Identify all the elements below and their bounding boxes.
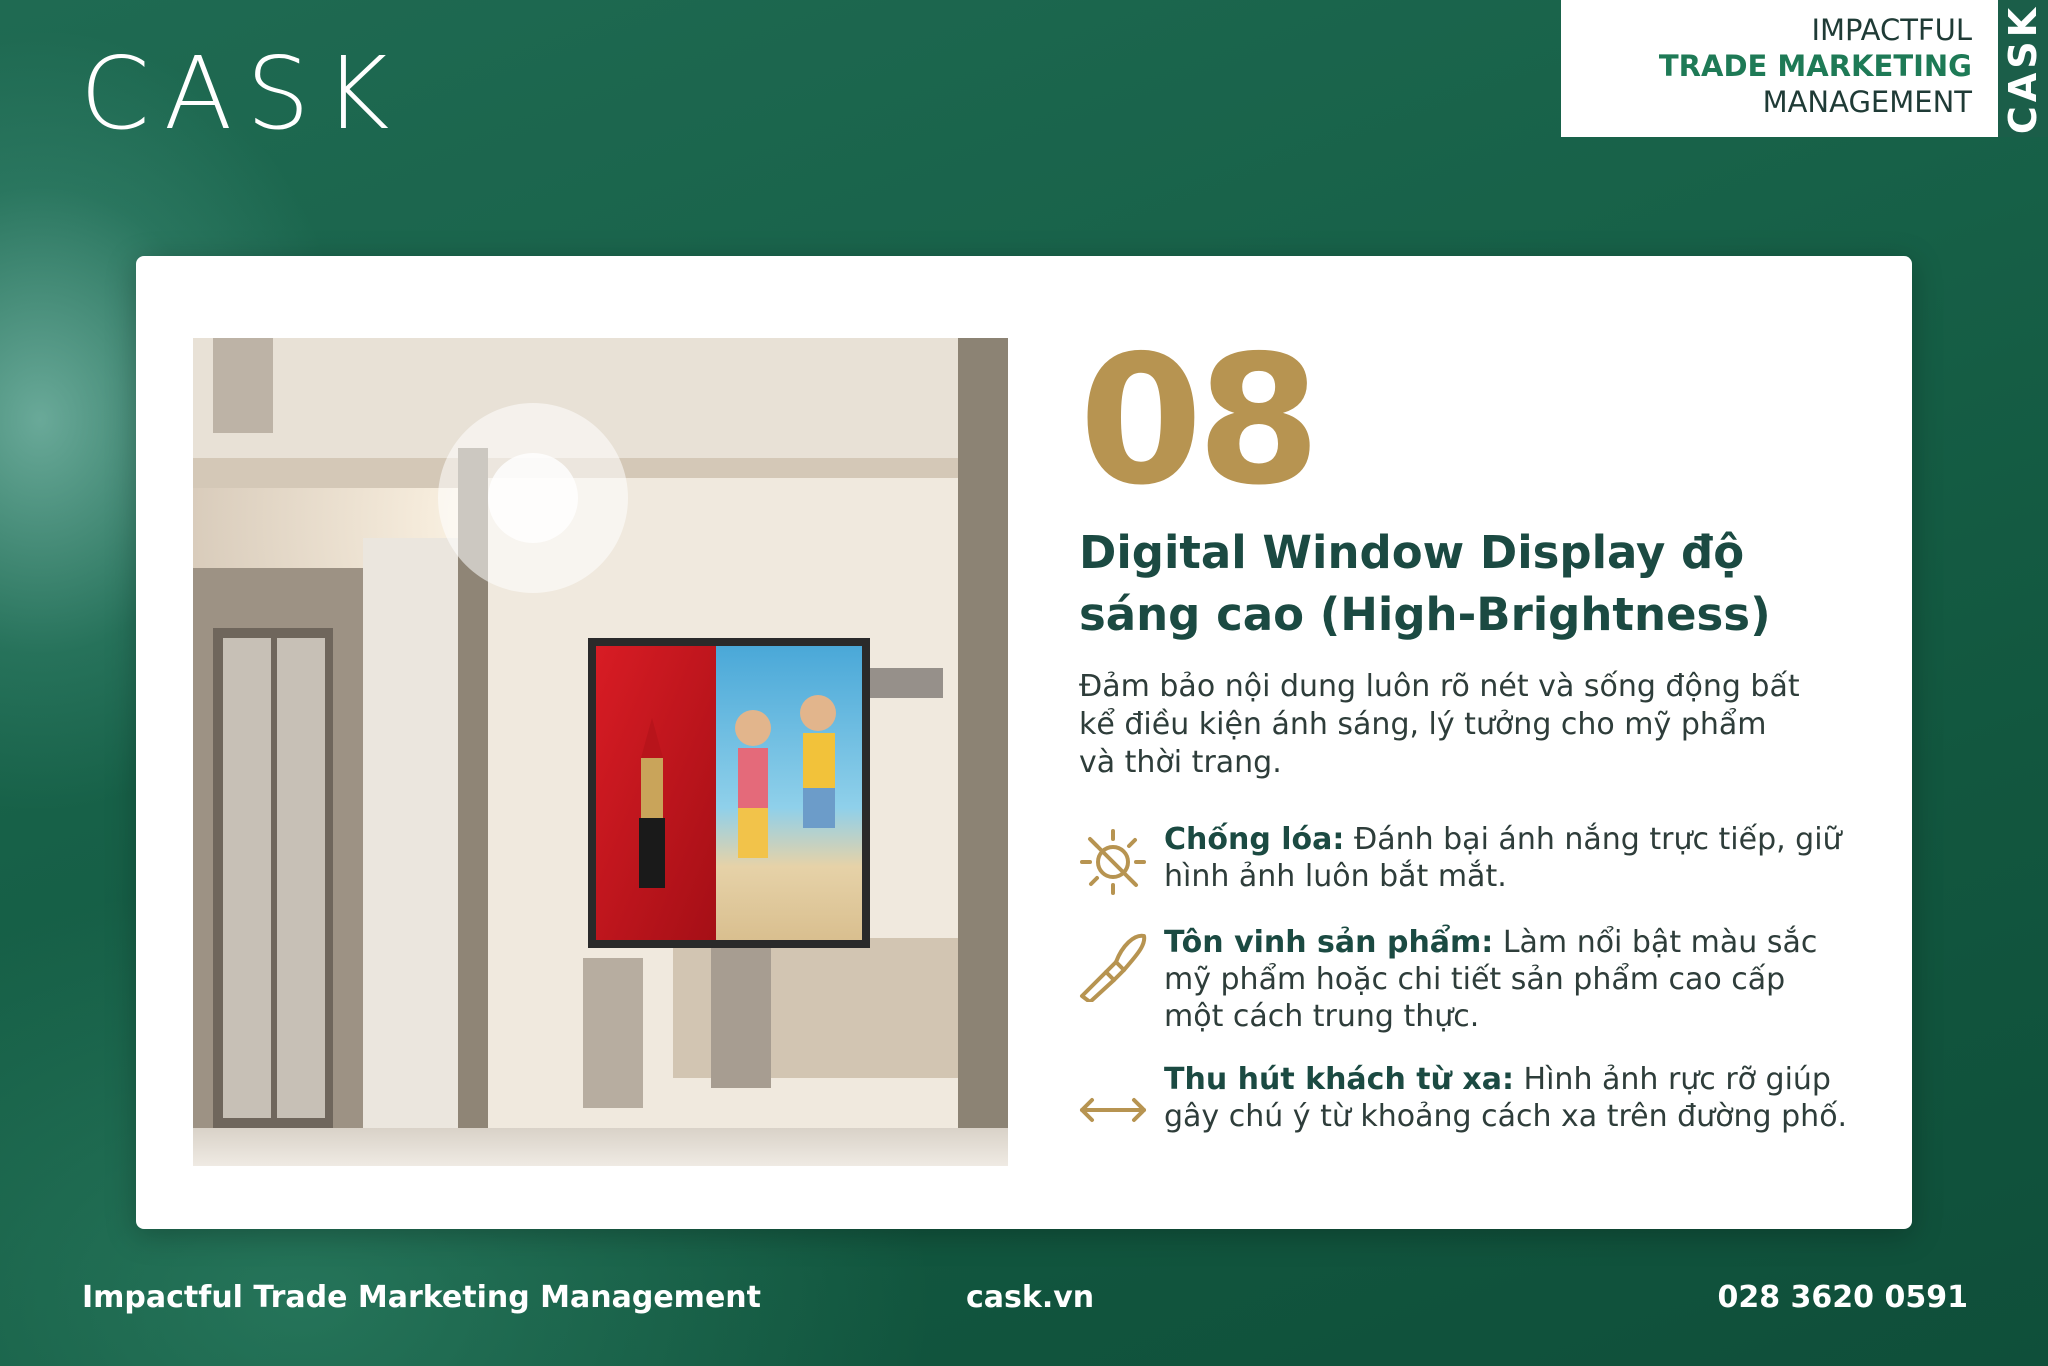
slide-title: Digital Window Display độ sáng cao (High… [1079, 526, 1771, 641]
slide-description: Đảm bảo nội dung luôn rõ nét và sống độn… [1079, 669, 1800, 780]
cask-logo: CASK [80, 35, 404, 152]
badge-vertical-logo: CASK [1998, 0, 2048, 137]
footer-website-link[interactable]: cask.vn [966, 1280, 1094, 1315]
feature-label: Thu hút khách từ xa: [1164, 1062, 1514, 1097]
content-card: 08 Digital Window Display độ sáng cao (H… [136, 256, 1912, 1229]
footer-tagline: Impactful Trade Marketing Management [82, 1280, 761, 1315]
footer-phone: 028 3620 0591 [1717, 1280, 1968, 1315]
badge-text: IMPACTFUL TRADE MARKETING MANAGEMENT [1561, 0, 1998, 137]
feature-text: Thu hút khách từ xa: Hình ảnh rực rỡ giú… [1164, 1061, 1854, 1135]
slide-number: 08 [1079, 317, 1321, 524]
sun-glare-icon [1080, 829, 1146, 895]
feature-text: Tôn vinh sản phẩm: Làm nổi bật màu sắc m… [1164, 924, 1854, 1035]
storefront-photo [193, 338, 1008, 1166]
badge-vertical-text: CASK [2001, 3, 2045, 134]
badge-line-3: MANAGEMENT [1762, 85, 1972, 119]
double-arrow-icon [1080, 1098, 1146, 1122]
badge-line-2: TRADE MARKETING [1658, 49, 1972, 83]
feature-text: Chống lóa: Đánh bại ánh nắng trực tiếp, … [1164, 821, 1854, 895]
badge-line-1: IMPACTFUL [1811, 13, 1972, 47]
feature-label: Chống lóa: [1164, 822, 1345, 857]
feature-label: Tôn vinh sản phẩm: [1164, 925, 1494, 960]
makeup-brush-icon [1080, 933, 1147, 1002]
tagline-badge: IMPACTFUL TRADE MARKETING MANAGEMENT CAS… [1561, 0, 2048, 137]
